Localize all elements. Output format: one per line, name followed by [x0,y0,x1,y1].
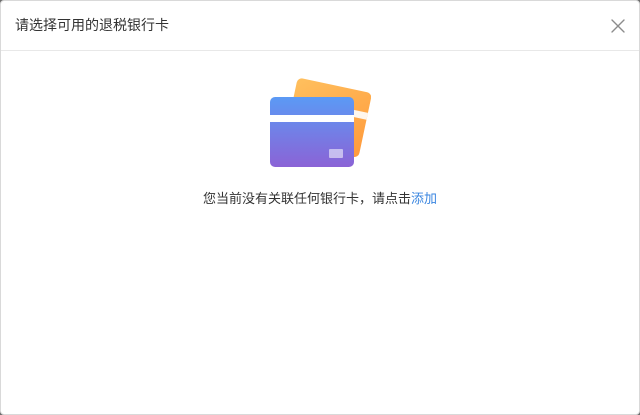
dialog-header: 请选择可用的退税银行卡 [1,1,639,51]
empty-message-text: 您当前没有关联任何银行卡，请点击 [202,192,411,207]
select-refund-bank-card-dialog: 请选择可用的退税银行卡 您当前没有关联任何银行卡，请点击添加 [0,0,640,415]
empty-state-message: 您当前没有关联任何银行卡，请点击添加 [1,191,639,209]
dialog-body: 您当前没有关联任何银行卡，请点击添加 [1,51,639,413]
dialog-title: 请选择可用的退税银行卡 [15,18,169,34]
close-icon[interactable] [609,17,627,35]
bank-card-icon [267,75,372,171]
add-bank-card-link[interactable]: 添加 [411,192,437,207]
